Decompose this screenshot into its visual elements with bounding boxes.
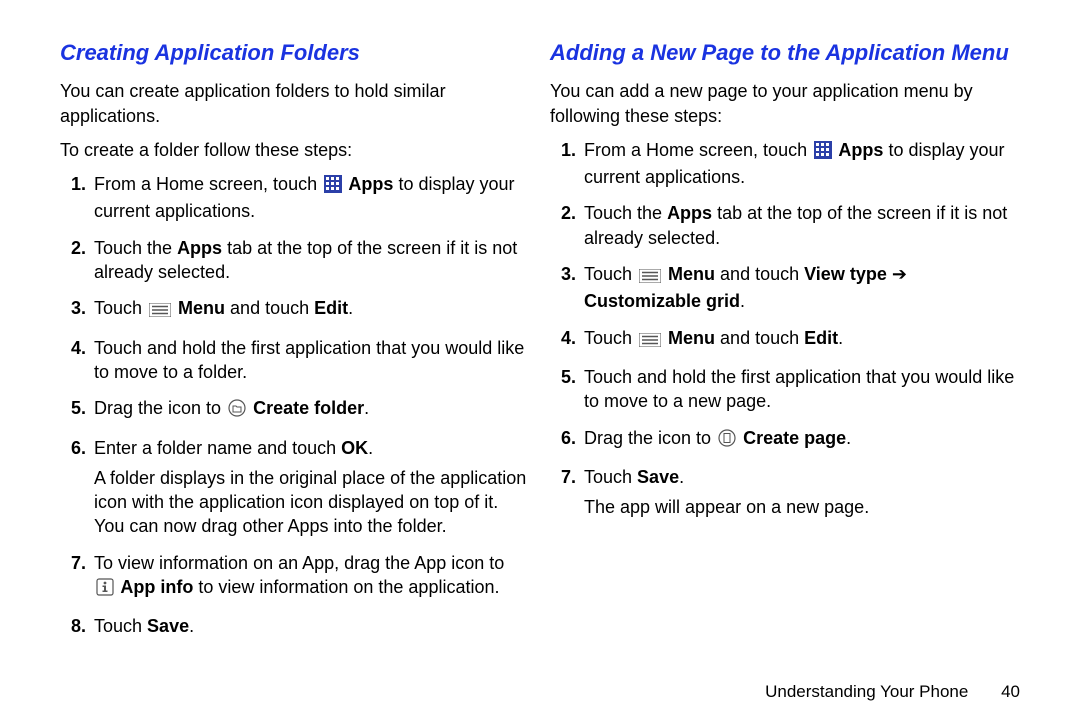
bold-text: Edit (804, 328, 838, 348)
menu-icon (639, 265, 661, 289)
bold-text: Create page (738, 428, 846, 448)
text: . (679, 467, 684, 487)
text: ➔ (887, 264, 907, 284)
text: to view information on the application. (193, 577, 499, 597)
bold-text: Create folder (248, 398, 364, 418)
left-column: Creating Application Folders You can cre… (50, 30, 540, 710)
right-step-4: Touch Menu and touch Edit. (578, 326, 1020, 353)
right-step-6: Drag the icon to Create page. (578, 426, 1020, 453)
left-step-6: Enter a folder name and touch OK. A fold… (88, 436, 530, 539)
text: Touch (94, 298, 147, 318)
right-step-3: Touch Menu and touch View type ➔ Customi… (578, 262, 1020, 314)
bold-text: Edit (314, 298, 348, 318)
text: . (740, 291, 745, 311)
bold-text: Menu (663, 264, 715, 284)
bold-text: Save (637, 467, 679, 487)
heading-left: Creating Application Folders (60, 40, 530, 65)
menu-icon (639, 329, 661, 353)
right-step-2: Touch the Apps tab at the top of the scr… (578, 201, 1020, 250)
text: and touch (715, 264, 804, 284)
left-step-7: To view information on an App, drag the … (88, 551, 530, 603)
right-step-1: From a Home screen, touch Apps to displa… (578, 138, 1020, 190)
text: . (838, 328, 843, 348)
bold-text: Apps (177, 238, 222, 258)
text: Drag the icon to (584, 428, 716, 448)
text: Touch (94, 616, 147, 636)
text: . (364, 398, 369, 418)
text: . (348, 298, 353, 318)
left-step-1: From a Home screen, touch Apps to displa… (88, 172, 530, 224)
left-step-4: Touch and hold the first application tha… (88, 336, 530, 385)
bold-text: Menu (663, 328, 715, 348)
right-column: Adding a New Page to the Application Men… (540, 30, 1030, 710)
bold-text: Apps (667, 203, 712, 223)
document-page: Creating Application Folders You can cre… (0, 0, 1080, 720)
text: and touch (225, 298, 314, 318)
right-steps: From a Home screen, touch Apps to displa… (550, 138, 1020, 520)
bold-text: Customizable grid (584, 291, 740, 311)
left-step-3: Touch Menu and touch Edit. (88, 296, 530, 323)
bold-text: Apps (834, 140, 883, 160)
left-intro-1: You can create application folders to ho… (60, 79, 530, 128)
left-steps: From a Home screen, touch Apps to displa… (60, 172, 530, 638)
right-step-7: Touch Save. The app will appear on a new… (578, 465, 1020, 520)
bold-text: Save (147, 616, 189, 636)
text: Touch (584, 264, 637, 284)
text: Touch the (94, 238, 177, 258)
bold-text: Menu (173, 298, 225, 318)
text: From a Home screen, touch (584, 140, 812, 160)
bold-text: Apps (344, 174, 393, 194)
create-folder-icon (228, 399, 246, 423)
heading-right: Adding a New Page to the Application Men… (550, 40, 1020, 65)
app-info-icon (96, 578, 114, 602)
text: . (846, 428, 851, 448)
page-footer: Understanding Your Phone 40 (765, 682, 1020, 702)
text: Touch (584, 328, 637, 348)
text: . (368, 438, 373, 458)
text: and touch (715, 328, 804, 348)
text: To view information on an App, drag the … (94, 553, 504, 573)
right-step-5: Touch and hold the first application tha… (578, 365, 1020, 414)
footer-section: Understanding Your Phone (765, 682, 968, 701)
create-page-icon (718, 429, 736, 453)
text: From a Home screen, touch (94, 174, 322, 194)
left-step-5: Drag the icon to Create folder. (88, 396, 530, 423)
bold-text: View type (804, 264, 887, 284)
right-step-7-note: The app will appear on a new page. (584, 495, 1020, 519)
left-step-6-note: A folder displays in the original place … (94, 466, 530, 539)
footer-page-number: 40 (1001, 682, 1020, 702)
text: Drag the icon to (94, 398, 226, 418)
menu-icon (149, 299, 171, 323)
text: Touch (584, 467, 637, 487)
left-step-8: Touch Save. (88, 614, 530, 638)
apps-grid-icon (324, 175, 342, 199)
left-step-2: Touch the Apps tab at the top of the scr… (88, 236, 530, 285)
text: Enter a folder name and touch (94, 438, 341, 458)
apps-grid-icon (814, 141, 832, 165)
text: Touch the (584, 203, 667, 223)
text: . (189, 616, 194, 636)
left-intro-2: To create a folder follow these steps: (60, 138, 530, 162)
bold-text: App info (116, 577, 193, 597)
bold-text: OK (341, 438, 368, 458)
right-intro-1: You can add a new page to your applicati… (550, 79, 1020, 128)
